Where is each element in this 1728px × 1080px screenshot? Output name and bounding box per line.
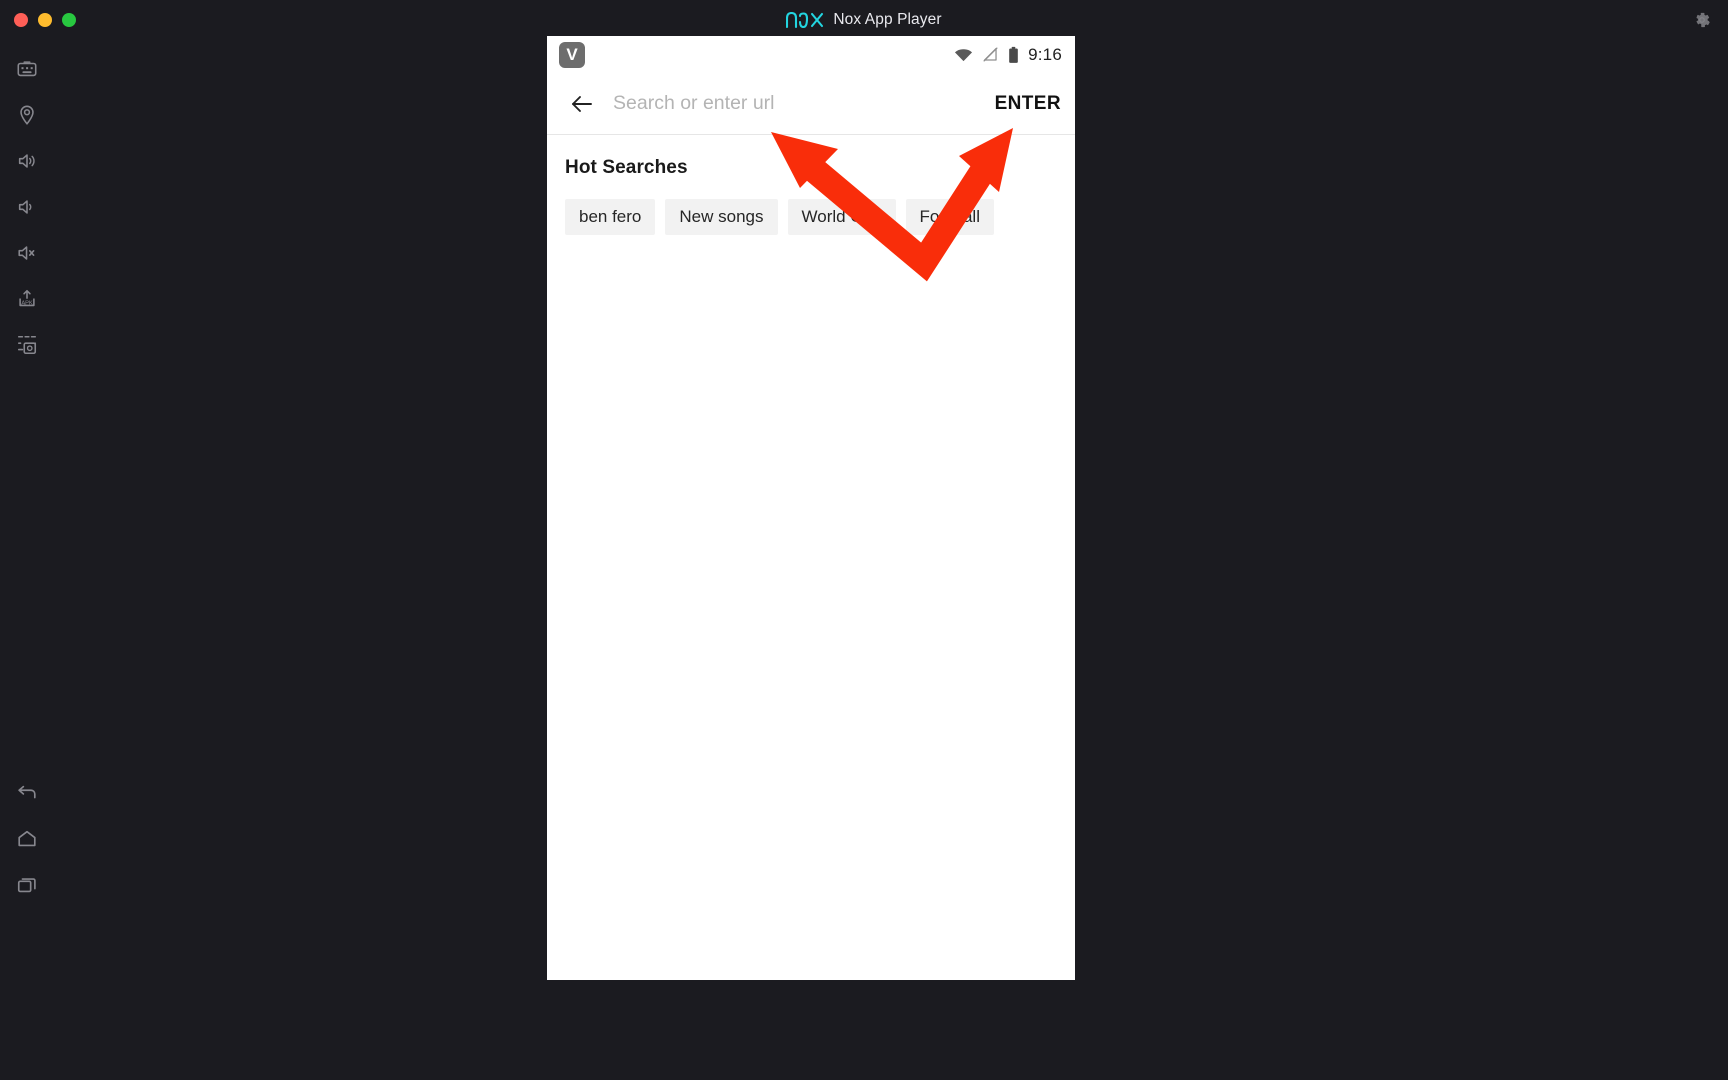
hot-searches-chip-list: ben fero New songs World Cup Football (565, 199, 1057, 235)
svg-text:APK: APK (21, 301, 33, 307)
search-input[interactable] (601, 92, 985, 115)
screenshot-icon (17, 335, 37, 355)
sidebar-item-install-apk[interactable]: APK (0, 276, 54, 322)
browser-back-button[interactable] (563, 85, 601, 123)
enter-button[interactable]: ENTER (985, 93, 1061, 115)
toolbar-top-group: APK (0, 46, 54, 368)
status-clock: 9:16 (1028, 44, 1062, 64)
hot-search-chip[interactable]: ben fero (565, 199, 656, 235)
sidebar-item-recents[interactable] (0, 862, 54, 908)
toolbar-bottom-group (0, 770, 54, 908)
back-icon (18, 785, 36, 799)
app-icon-badge: V (559, 41, 585, 68)
maximize-button[interactable] (62, 13, 76, 27)
apk-install-icon: APK (19, 289, 35, 307)
volume-mute-icon (18, 246, 35, 260)
hot-search-chip[interactable]: World Cup (787, 199, 896, 235)
volume-up-icon (18, 154, 35, 168)
left-toolbar: APK (0, 40, 54, 1080)
volume-down-icon (18, 200, 32, 214)
sidebar-item-mute[interactable] (0, 230, 54, 276)
keyboard-icon (17, 61, 37, 77)
sidebar-item-home[interactable] (0, 816, 54, 862)
emulator-screen: V 9:16 ENTER Hot Searches (547, 36, 1075, 980)
window-title: Nox App Player (833, 11, 942, 28)
recents-icon (17, 878, 36, 893)
location-icon (20, 105, 34, 125)
nox-logo-icon (786, 11, 824, 28)
hot-searches-title: Hot Searches (565, 157, 688, 178)
battery-icon (1009, 46, 1018, 63)
signal-off-icon (983, 47, 998, 62)
window-titlebar: Nox App Player (0, 0, 1728, 40)
arrow-left-icon (572, 95, 592, 112)
sidebar-item-back[interactable] (0, 770, 54, 816)
browser-home-content: Hot Searches ben fero New songs World Cu… (547, 135, 1075, 980)
home-icon (18, 830, 36, 847)
hot-search-chip[interactable]: Football (905, 199, 994, 235)
window-controls (0, 13, 76, 27)
hot-search-chip[interactable]: New songs (665, 199, 778, 235)
sidebar-item-volume-down[interactable] (0, 184, 54, 230)
minimize-button[interactable] (38, 13, 52, 27)
close-button[interactable] (14, 13, 28, 27)
gear-icon[interactable] (1692, 10, 1712, 30)
sidebar-item-screenshot[interactable] (0, 322, 54, 368)
status-indicators: 9:16 (954, 45, 1062, 65)
sidebar-item-keyboard[interactable] (0, 46, 54, 92)
android-status-bar: V 9:16 (547, 36, 1075, 73)
window-title-group: Nox App Player (0, 0, 1728, 40)
sidebar-item-location[interactable] (0, 92, 54, 138)
wifi-icon (955, 48, 973, 61)
browser-search-bar: ENTER (547, 73, 1075, 135)
sidebar-item-volume-up[interactable] (0, 138, 54, 184)
